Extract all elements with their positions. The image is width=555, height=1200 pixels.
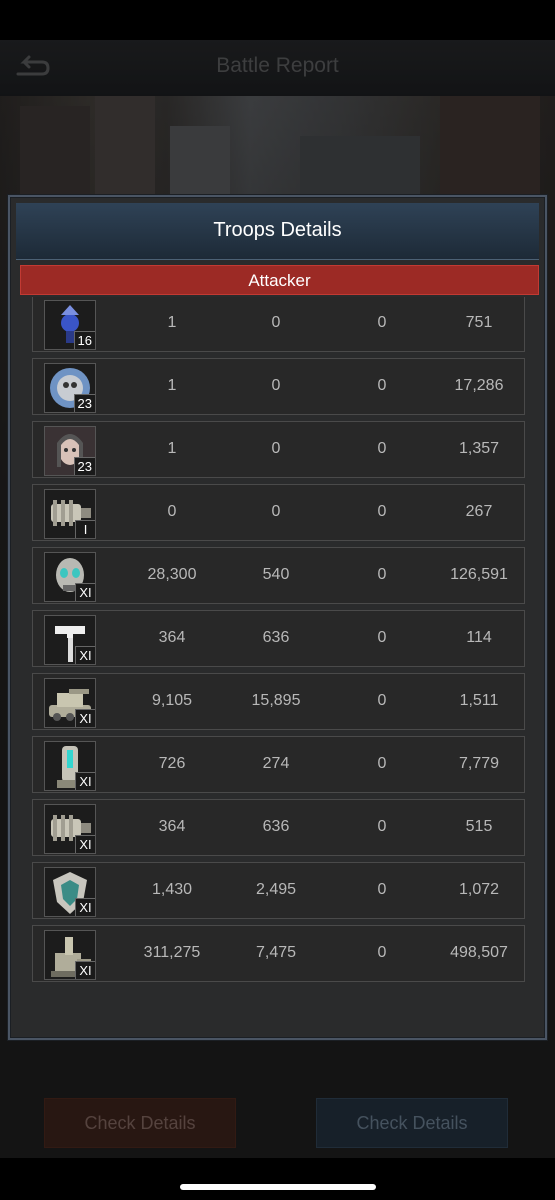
modal-header: Troops Details (16, 203, 539, 260)
troop-row: XI 9,105 15,895 0 1,511 (32, 673, 525, 730)
troop-stat-2: 0 (271, 314, 281, 331)
troop-stat-4: 17,286 (454, 377, 504, 394)
troop-stat-1: 311,275 (143, 944, 201, 961)
troop-stat-2: 7,475 (255, 944, 297, 961)
troop-stat-2: 636 (262, 818, 290, 835)
unit-level-badge: XI (75, 898, 95, 916)
troop-stat-4: 515 (465, 818, 493, 835)
troop-stat-4: 1,357 (458, 440, 500, 457)
troop-stat-4: 1,072 (458, 881, 500, 898)
unit-level-badge: 23 (73, 394, 95, 412)
troop-row: I 0 0 0 267 (32, 484, 525, 541)
unit-level-badge: XI (75, 772, 95, 790)
troop-stat-4: 1,511 (459, 692, 499, 709)
unit-level-badge: XI (75, 583, 95, 601)
troop-stat-1: 364 (158, 818, 186, 835)
unit-level-badge: 16 (73, 331, 95, 349)
troop-stat-4: 126,591 (450, 566, 508, 583)
troop-row: XI 28,300 540 0 126,591 (32, 547, 525, 604)
troop-stat-4: 267 (465, 503, 493, 520)
troop-row: XI 364 636 0 114 (32, 610, 525, 667)
drone-swarm-icon[interactable]: 16 (44, 300, 96, 350)
troop-row: XI 364 636 0 515 (32, 799, 525, 856)
troop-stat-2: 0 (271, 377, 281, 394)
troops-list[interactable]: 16 1 0 0 751 23 1 0 0 17,286 23 1 0 0 1,357 I 0 0 0 267 XI 28… (10, 297, 545, 1017)
troop-stat-1: 1 (167, 440, 177, 457)
unit-level-badge: XI (75, 835, 95, 853)
unit-level-badge: XI (75, 646, 95, 664)
troop-row: XI 726 274 0 7,779 (32, 736, 525, 793)
troop-stat-1: 1 (167, 377, 177, 394)
unit-level-badge: XI (75, 709, 95, 727)
artillery-cannon-icon[interactable]: XI (44, 930, 96, 980)
side-label: Attacker (248, 271, 311, 290)
troop-stat-2: 274 (262, 755, 290, 772)
unit-level-badge: XI (75, 961, 95, 979)
shield-emblem-icon[interactable]: XI (44, 867, 96, 917)
attacker-side-bar: Attacker (20, 265, 539, 295)
troop-stat-1: 1,430 (151, 881, 193, 898)
unit-level-badge: I (75, 520, 95, 538)
troop-stat-4: 751 (465, 314, 493, 331)
troop-row: 23 1 0 0 17,286 (32, 358, 525, 415)
troop-stat-1: 9,105 (151, 692, 193, 709)
troop-row: 16 1 0 0 751 (32, 297, 525, 352)
troop-stat-2: 2,495 (255, 881, 297, 898)
home-indicator (180, 1184, 376, 1190)
troop-stat-1: 364 (158, 629, 186, 646)
troop-row: XI 1,430 2,495 0 1,072 (32, 862, 525, 919)
troop-stat-4: 114 (466, 629, 492, 646)
female-hero-portrait-icon[interactable]: 23 (44, 426, 96, 476)
battle-report-screen: Battle Report Check Details Check Detail… (0, 40, 555, 1158)
troop-stat-4: 7,779 (458, 755, 500, 772)
troop-stat-2: 0 (271, 503, 281, 520)
troop-stat-2: 15,895 (251, 692, 301, 709)
troop-stat-2: 540 (262, 566, 290, 583)
troop-stat-2: 0 (271, 440, 281, 457)
troop-stat-1: 726 (158, 755, 186, 772)
hammer-axe-icon[interactable]: XI (44, 615, 96, 665)
rocket-launcher-icon[interactable]: XI (44, 741, 96, 791)
troop-stat-2: 636 (262, 629, 290, 646)
gatling-turret-icon[interactable]: XI (44, 804, 96, 854)
skull-soldier-icon[interactable]: XI (44, 552, 96, 602)
troop-row: 23 1 0 0 1,357 (32, 421, 525, 478)
unit-level-badge: 23 (73, 457, 95, 475)
troop-stat-4: 498,507 (450, 944, 508, 961)
gatling-turret-icon[interactable]: I (44, 489, 96, 539)
troops-details-modal: Troops Details Attacker 16 1 0 0 751 23 1 0 0 17,… (8, 195, 547, 1040)
tank-icon[interactable]: XI (44, 678, 96, 728)
troop-row: XI 311,275 7,475 0 498,507 (32, 925, 525, 982)
planet-beast-icon[interactable]: 23 (44, 363, 96, 413)
troop-stat-1: 1 (167, 314, 177, 331)
troop-stat-1: 28,300 (147, 566, 197, 583)
modal-title: Troops Details (213, 219, 342, 241)
troop-stat-1: 0 (167, 503, 177, 520)
